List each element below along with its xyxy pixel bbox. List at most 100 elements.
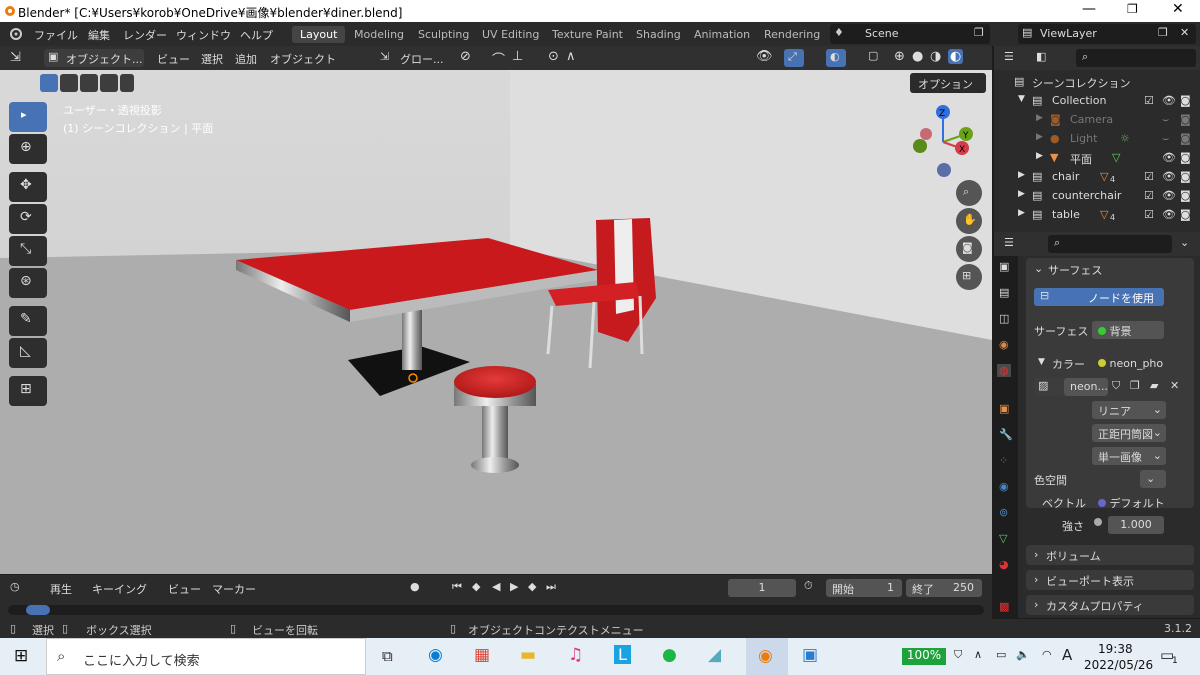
eye-icon[interactable]: 👁	[1162, 151, 1176, 164]
checkbox-icon[interactable]: ☑	[1144, 170, 1154, 183]
timeline-scrubber[interactable]	[8, 605, 984, 615]
surface-shader-field[interactable]: 背景	[1092, 321, 1164, 339]
mode-dropdown[interactable]: ▣ オブジェクト...	[44, 49, 144, 67]
blender-menu-icon[interactable]	[8, 27, 24, 41]
select-new-icon[interactable]	[40, 74, 58, 92]
render-camera-icon[interactable]: ◙	[1180, 170, 1191, 183]
select-invert-icon[interactable]	[100, 74, 118, 92]
maximize-icon[interactable]: ❐	[1127, 2, 1138, 16]
expand-icon[interactable]: ▶	[1036, 151, 1043, 161]
task-view-icon[interactable]: ⧉	[382, 647, 393, 665]
play-icon[interactable]: ▶	[510, 580, 518, 593]
start-frame-input[interactable]: 開始 1	[826, 579, 902, 597]
taskbar-search-input[interactable]: ⌕ ここに入力して検索	[46, 638, 366, 675]
itunes-icon[interactable]: ♫	[568, 645, 583, 665]
clock-time[interactable]: 19:38	[1098, 642, 1133, 656]
keying-menu[interactable]: キーイング	[92, 581, 147, 597]
pivot-icon[interactable]: ⊘	[460, 49, 471, 64]
expand-icon[interactable]: ▼	[1018, 94, 1025, 104]
eye-hidden-icon[interactable]: ⌣	[1162, 113, 1169, 127]
annotate-tool[interactable]: ✎	[9, 306, 47, 336]
outliner-row-table[interactable]: ▶ ▤ table ▽ 4 ☑ 👁 ◙	[994, 205, 1200, 224]
expand-icon[interactable]: ▶	[1018, 170, 1025, 180]
strength-input[interactable]: 1.000	[1108, 516, 1164, 534]
marker-menu[interactable]: マーカー	[212, 581, 256, 597]
options-dropdown[interactable]: オプション	[910, 73, 986, 93]
custom-props-panel-header[interactable]: › カスタムプロパティ	[1026, 595, 1194, 615]
playhead-icon[interactable]	[26, 605, 50, 615]
snap-target-icon[interactable]: ⊥	[512, 49, 523, 64]
ime-indicator[interactable]: A	[1062, 646, 1072, 664]
expand-icon[interactable]: ▶	[1018, 208, 1025, 218]
orientation-dropdown[interactable]: グロー...	[400, 51, 444, 67]
render-camera-icon[interactable]: ◙	[1180, 208, 1191, 221]
checkbox-icon[interactable]: ☑	[1144, 94, 1154, 107]
material-tab-icon[interactable]: ◕	[999, 558, 1009, 571]
constraints-tab-icon[interactable]: ⊚	[999, 506, 1008, 519]
unlink-icon[interactable]: ✕	[1170, 379, 1179, 392]
ortho-toggle-button[interactable]: ⊞	[956, 264, 982, 290]
outliner-search-input[interactable]: ⌕	[1076, 49, 1196, 67]
render-camera-icon[interactable]: ◙	[1180, 189, 1191, 202]
wireframe-icon[interactable]: ⊕	[894, 49, 905, 64]
expand-icon[interactable]: ▶	[1018, 189, 1025, 199]
scene-selector[interactable]: ♦ Scene ❐	[830, 24, 990, 44]
color-input-field[interactable]: neon_pho	[1092, 355, 1164, 373]
tab-animation[interactable]: Animation	[686, 26, 758, 43]
render-tab-icon[interactable]: ▤	[999, 286, 1009, 299]
network-icon[interactable]: ▭	[996, 648, 1006, 661]
vector-input-field[interactable]: デフォルト	[1092, 493, 1166, 511]
store-icon[interactable]: ▦	[474, 645, 490, 665]
render-camera-icon[interactable]: ◙	[1180, 113, 1191, 126]
modifier-tab-icon[interactable]: 🔧	[999, 428, 1013, 441]
render-camera-icon[interactable]: ◙	[1180, 151, 1191, 164]
end-frame-input[interactable]: 終了 250	[906, 579, 982, 597]
data-tab-icon[interactable]: ▽	[999, 532, 1007, 545]
texture-tab-icon[interactable]: ▩	[999, 600, 1009, 613]
eye-icon[interactable]: 👁	[1162, 170, 1176, 183]
shield-icon[interactable]: ⛉	[954, 648, 962, 662]
menu-object[interactable]: オブジェクト	[270, 51, 336, 67]
visibility-icon[interactable]: 👁	[756, 49, 773, 64]
blender-taskbar-button[interactable]: ◉	[746, 638, 788, 675]
properties-editor-icon[interactable]: ☰	[1004, 236, 1014, 249]
menu-render[interactable]: レンダー	[123, 27, 167, 43]
view-layer-tab-icon[interactable]: ◉	[999, 338, 1009, 351]
world-tab-icon[interactable]: ◍	[997, 364, 1011, 377]
camera-view-button[interactable]: ◙	[956, 236, 982, 262]
tab-layout[interactable]: Layout	[292, 26, 346, 43]
add-cube-tool[interactable]: ⊞	[9, 376, 47, 406]
close-icon[interactable]: ✕	[1172, 1, 1184, 17]
tab-modeling[interactable]: Modeling	[346, 26, 412, 43]
gizmo-toggle[interactable]: ⤢	[784, 49, 804, 67]
physics-tab-icon[interactable]: ◉	[999, 480, 1009, 493]
minimize-icon[interactable]: —	[1082, 1, 1096, 17]
volume-icon[interactable]: 🔈	[1016, 648, 1030, 661]
jump-start-icon[interactable]: ⏮	[452, 580, 462, 594]
expand-icon[interactable]: ▶	[1036, 113, 1043, 123]
menu-window[interactable]: ウィンドウ	[176, 27, 231, 43]
select-subtract-icon[interactable]	[80, 74, 98, 92]
eye-icon[interactable]: 👁	[1162, 189, 1176, 202]
menu-add[interactable]: 追加	[235, 51, 257, 67]
next-keyframe-icon[interactable]: ◆	[528, 580, 536, 593]
photos-icon[interactable]: ▣	[802, 645, 818, 665]
zoom-view-button[interactable]: ⌕	[956, 180, 982, 206]
menu-file[interactable]: ファイル	[34, 27, 78, 43]
projection-dropdown[interactable]: 正距円筒図 ⌄	[1092, 424, 1166, 442]
tab-texture-paint[interactable]: Texture Paint	[544, 26, 631, 43]
l-app-icon[interactable]: L	[614, 645, 631, 664]
image-name-field[interactable]: neon...	[1064, 378, 1108, 396]
object-tab-icon[interactable]: ▣	[999, 402, 1009, 415]
checkbox-icon[interactable]: ☑	[1144, 189, 1154, 202]
solid-icon[interactable]: ●	[912, 49, 923, 64]
tab-rendering[interactable]: Rendering	[756, 26, 828, 43]
measure-tool[interactable]: ◺	[9, 338, 47, 368]
output-tab-icon[interactable]: ◫	[999, 312, 1009, 325]
outliner-row-plane[interactable]: ▶ ▼ 平面 ▽ 👁 ◙	[994, 148, 1200, 167]
fake-user-icon[interactable]: ⛉	[1112, 379, 1120, 393]
falloff-icon[interactable]: ∧	[566, 49, 576, 64]
timeline-editor-icon[interactable]: ◷	[10, 580, 20, 593]
prev-keyframe-icon[interactable]: ◆	[472, 580, 480, 593]
select-intersect-icon[interactable]	[120, 74, 134, 92]
